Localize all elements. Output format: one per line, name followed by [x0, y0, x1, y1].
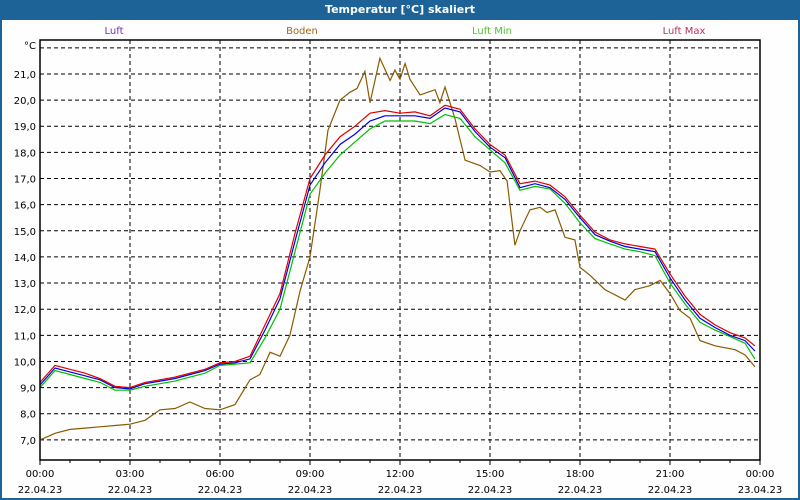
chart-window: Temperatur [°C] skaliert 7,0 8,0 9,0 10,0 11… — [0, 0, 800, 500]
x-tick-time-label: 06:00 — [206, 469, 235, 480]
x-tick-date-label: 22.04.23 — [108, 485, 153, 496]
x-tick-date-label: 22.04.23 — [378, 485, 423, 496]
y-tick-label: 10,0 — [14, 357, 36, 368]
y-tick-label: 12,0 — [14, 305, 36, 316]
y-tick-label: 14,0 — [14, 253, 36, 264]
y-axis-unit-label: °C — [24, 41, 36, 52]
legend-entry-boden: Boden — [286, 26, 318, 37]
y-tick-label: 21,0 — [14, 70, 36, 81]
x-tick-date-label: 22.04.23 — [288, 485, 333, 496]
x-tick-date-label: 22.04.23 — [18, 485, 63, 496]
legend-entry-luft-max: Luft Max — [663, 26, 706, 37]
x-tick-date-label: 22.04.23 — [648, 485, 693, 496]
x-tick-time-label: 09:00 — [296, 469, 325, 480]
y-tick-label: 8,0 — [20, 410, 36, 421]
x-tick-date-label: 22.04.23 — [198, 485, 243, 496]
y-tick-label: 13,0 — [14, 279, 36, 290]
y-tick-label: 16,0 — [14, 201, 36, 212]
legend-entry-luft: Luft — [105, 26, 124, 37]
x-tick-time-label: 21:00 — [656, 469, 685, 480]
x-tick-date-label: 23.04.23 — [738, 485, 783, 496]
y-tick-label: 9,0 — [20, 384, 36, 395]
y-tick-label: 7,0 — [20, 436, 36, 447]
y-tick-label: 17,0 — [14, 175, 36, 186]
y-tick-label: 15,0 — [14, 227, 36, 238]
window-title: Temperatur [°C] skaliert — [325, 3, 475, 16]
y-tick-label: 11,0 — [14, 331, 36, 342]
y-tick-label: 19,0 — [14, 122, 36, 133]
y-tick-label: 20,0 — [14, 96, 36, 107]
chart-panel: 7,0 8,0 9,0 10,0 11,0 12,0 13,0 14,0 15,0 16,0 17,… — [2, 20, 798, 498]
x-tick-time-label: 00:00 — [746, 469, 775, 480]
x-tick-time-label: 12:00 — [386, 469, 415, 480]
x-tick-time-label: 00:00 — [26, 469, 55, 480]
temperature-chart: 7,0 8,0 9,0 10,0 11,0 12,0 13,0 14,0 15,0 16,0 17,… — [14, 26, 783, 496]
x-tick-date-label: 22.04.23 — [558, 485, 603, 496]
x-tick-time-label: 18:00 — [566, 469, 595, 480]
x-tick-time-label: 15:00 — [476, 469, 505, 480]
x-tick-time-label: 03:00 — [116, 469, 145, 480]
legend-entry-luft-min: Luft Min — [472, 26, 512, 37]
x-tick-date-label: 22.04.23 — [468, 485, 513, 496]
y-tick-label: 18,0 — [14, 148, 36, 159]
